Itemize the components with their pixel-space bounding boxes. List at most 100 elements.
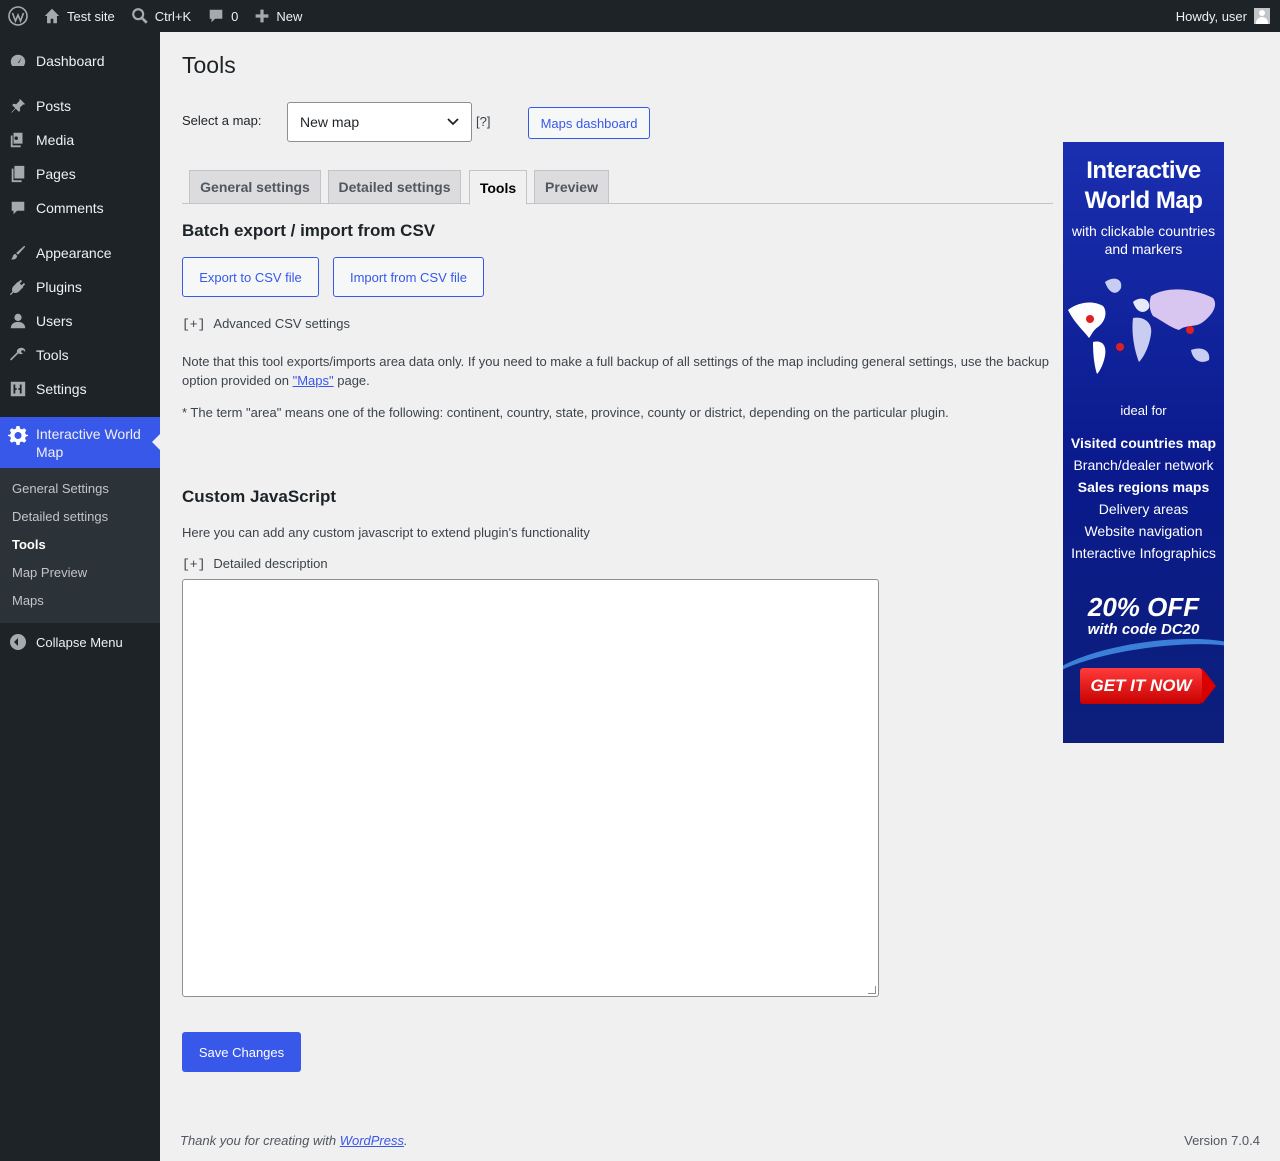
sidebar-item-label: Media (36, 132, 75, 148)
sidebar-item-comments[interactable]: Comments (0, 191, 160, 225)
promo-subtitle: with clickable countries and markers (1063, 222, 1224, 258)
resize-handle[interactable] (868, 986, 876, 994)
search-icon (131, 8, 148, 24)
help-link[interactable]: [?] (476, 114, 490, 129)
admin-sidebar: Dashboard Posts Media Pages Comments App… (0, 32, 160, 1161)
comments-count: 0 (231, 8, 239, 24)
page-title: Tools (182, 52, 236, 78)
new-content-link[interactable]: New (246, 0, 310, 32)
submenu-general-settings[interactable]: General Settings (0, 475, 160, 503)
tab-general-settings[interactable]: General settings (189, 170, 321, 204)
sidebar-item-tools[interactable]: Tools (0, 338, 160, 372)
sidebar-item-label: Posts (36, 98, 72, 114)
howdy-text: Howdy, user (1175, 8, 1247, 24)
chevron-down-icon (447, 118, 459, 126)
sidebar-item-label: Tools (36, 347, 69, 363)
promo-discount: 20% OFF (1087, 592, 1200, 622)
comments-link[interactable]: 0 (199, 0, 246, 32)
dashboard-icon (8, 51, 28, 71)
promo-use-item: Branch/dealer network (1073, 457, 1214, 473)
promo-banner[interactable]: Interactive World Map with clickable cou… (1063, 142, 1224, 743)
backup-note: Note that this tool exports/imports area… (182, 352, 1062, 390)
csv-heading: Batch export / import from CSV (182, 221, 436, 240)
sidebar-item-label: Plugins (36, 279, 82, 295)
sidebar-item-pages[interactable]: Pages (0, 157, 160, 191)
detailed-description-toggle[interactable]: [+] Detailed description (182, 556, 328, 572)
sidebar-item-appearance[interactable]: Appearance (0, 236, 160, 270)
comment-icon (8, 198, 28, 218)
sidebar-item-label: Pages (36, 166, 76, 182)
promo-use-item: Visited countries map (1070, 435, 1217, 451)
wordpress-link[interactable]: WordPress (340, 1133, 404, 1148)
selected-map-value: New map (300, 114, 360, 130)
wrench-icon (8, 345, 28, 365)
user-icon (8, 311, 28, 331)
sidebar-item-plugins[interactable]: Plugins (0, 270, 160, 304)
promo-subtitle-line2: and markers (1104, 241, 1183, 257)
sidebar-item-label: Settings (36, 381, 87, 397)
maps-page-link[interactable]: "Maps" (293, 373, 334, 388)
select-map-label: Select a map: (182, 113, 262, 128)
pages-icon (8, 164, 28, 184)
promo-subtitle-line1: with clickable countries (1071, 223, 1216, 239)
promo-use-item: Website navigation (1084, 523, 1203, 539)
sidebar-item-users[interactable]: Users (0, 304, 160, 338)
plus-icon (256, 9, 269, 23)
detailed-description-label: Detailed description (213, 556, 328, 571)
media-icon (8, 130, 28, 150)
settings-tabs: General settings Detailed settings Tools… (182, 170, 1053, 205)
custom-js-heading: Custom JavaScript (182, 487, 336, 506)
sidebar-item-posts[interactable]: Posts (0, 89, 160, 123)
search-shortcut: Ctrl+K (154, 8, 192, 24)
advanced-csv-toggle[interactable]: [+] Advanced CSV settings (182, 316, 350, 332)
gear-icon (8, 425, 28, 445)
maps-dashboard-button[interactable]: Maps dashboard (528, 107, 650, 139)
import-csv-button[interactable]: Import from CSV file (333, 257, 484, 297)
promo-use-list: Visited countries map Branch/dealer netw… (1063, 432, 1224, 564)
promo-use-item: Interactive Infographics (1071, 545, 1216, 561)
home-icon (44, 8, 60, 24)
my-account[interactable]: Howdy, user (1168, 0, 1280, 32)
plugin-submenu: General Settings Detailed settings Tools… (0, 468, 160, 623)
area-term-note: * The term "area" means one of the follo… (182, 405, 949, 420)
export-csv-button[interactable]: Export to CSV file (182, 257, 319, 297)
admin-bar: Test site Ctrl+K 0 New Howdy, user (0, 0, 1280, 32)
sidebar-item-dashboard[interactable]: Dashboard (0, 44, 160, 78)
sliders-icon (8, 379, 28, 399)
custom-js-textarea[interactable] (182, 579, 879, 997)
tab-detailed-settings[interactable]: Detailed settings (328, 170, 461, 204)
expand-toggle: [+] (182, 317, 206, 332)
submenu-detailed-settings[interactable]: Detailed settings (0, 503, 160, 531)
site-name-link[interactable]: Test site (35, 0, 123, 32)
sidebar-item-interactive-world-map[interactable]: Interactive World Map (0, 417, 160, 468)
promo-cta-button[interactable]: GET IT NOW (1080, 668, 1216, 704)
wordpress-logo-icon[interactable] (0, 0, 35, 32)
promo-ideal-for: ideal for (1120, 403, 1167, 418)
tab-preview[interactable]: Preview (534, 170, 609, 204)
tab-tools[interactable]: Tools (469, 170, 527, 205)
command-search[interactable]: Ctrl+K (123, 0, 199, 32)
save-changes-button[interactable]: Save Changes (182, 1032, 301, 1072)
avatar (1254, 8, 1270, 24)
promo-title-line1: Interactive (1086, 157, 1201, 184)
promo-use-item: Sales regions maps (1077, 479, 1210, 495)
comment-icon (209, 9, 223, 23)
submenu-maps[interactable]: Maps (0, 587, 160, 615)
advanced-csv-label: Advanced CSV settings (213, 316, 350, 331)
submenu-tools[interactable]: Tools (0, 531, 160, 559)
promo-title: Interactive World Map (1063, 156, 1224, 216)
map-select[interactable]: New map (287, 102, 472, 142)
collapse-menu-button[interactable]: Collapse Menu (0, 625, 160, 659)
submenu-map-preview[interactable]: Map Preview (0, 559, 160, 587)
plug-icon (8, 277, 28, 297)
pin-icon (8, 96, 28, 116)
promo-code: with code DC20 (1087, 621, 1200, 638)
main-content: Tools Select a map: New map [?] Maps das… (160, 32, 1280, 1161)
world-map-icon (1068, 278, 1216, 374)
footer-period: . (404, 1133, 408, 1148)
collapse-menu-label: Collapse Menu (36, 634, 123, 650)
sidebar-item-media[interactable]: Media (0, 123, 160, 157)
sidebar-item-settings[interactable]: Settings (0, 372, 160, 406)
sidebar-item-label: Users (36, 313, 73, 329)
version-text: Version 7.0.4 (1184, 1133, 1260, 1148)
